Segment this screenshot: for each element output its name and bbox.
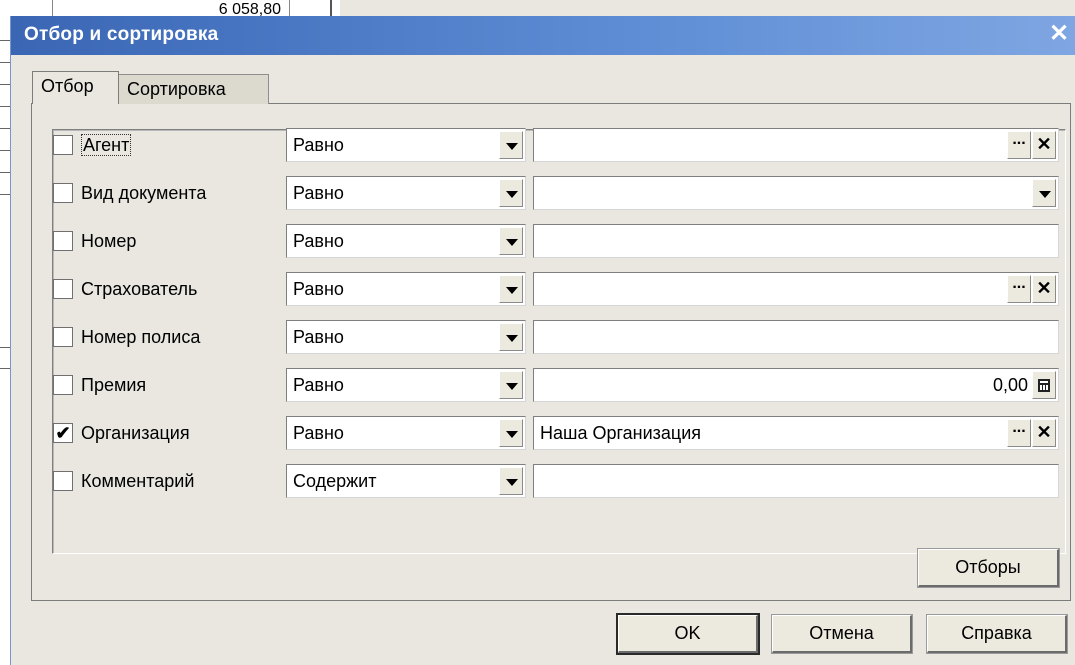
title-bar[interactable]: Отбор и сортировка ✕ — [11, 16, 1075, 55]
background-row-line — [0, 150, 10, 151]
close-icon[interactable]: ✕ — [1044, 19, 1074, 49]
background-row-line — [0, 194, 10, 195]
background-row-line — [0, 106, 10, 107]
background-row-line — [0, 128, 10, 129]
help-button[interactable]: Справка — [926, 614, 1068, 654]
background-row-line — [0, 368, 10, 369]
background-row-line — [0, 62, 10, 63]
tab-sort[interactable]: Сортировка — [118, 74, 269, 104]
cancel-button[interactable]: Отмена — [771, 614, 913, 654]
filter-sort-dialog: Отбор и сортировка ✕ Отбор Сортировка Аг… — [10, 16, 1075, 665]
tab-filter[interactable]: Отбор — [32, 71, 119, 104]
background-row-line — [0, 84, 10, 85]
dialog-title: Отбор и сортировка — [24, 24, 219, 45]
tab-panel — [31, 103, 1071, 601]
background-row-line — [0, 40, 10, 41]
background-row-line — [0, 172, 10, 173]
background-row-line — [0, 347, 10, 348]
ok-button[interactable]: OK — [616, 613, 760, 655]
